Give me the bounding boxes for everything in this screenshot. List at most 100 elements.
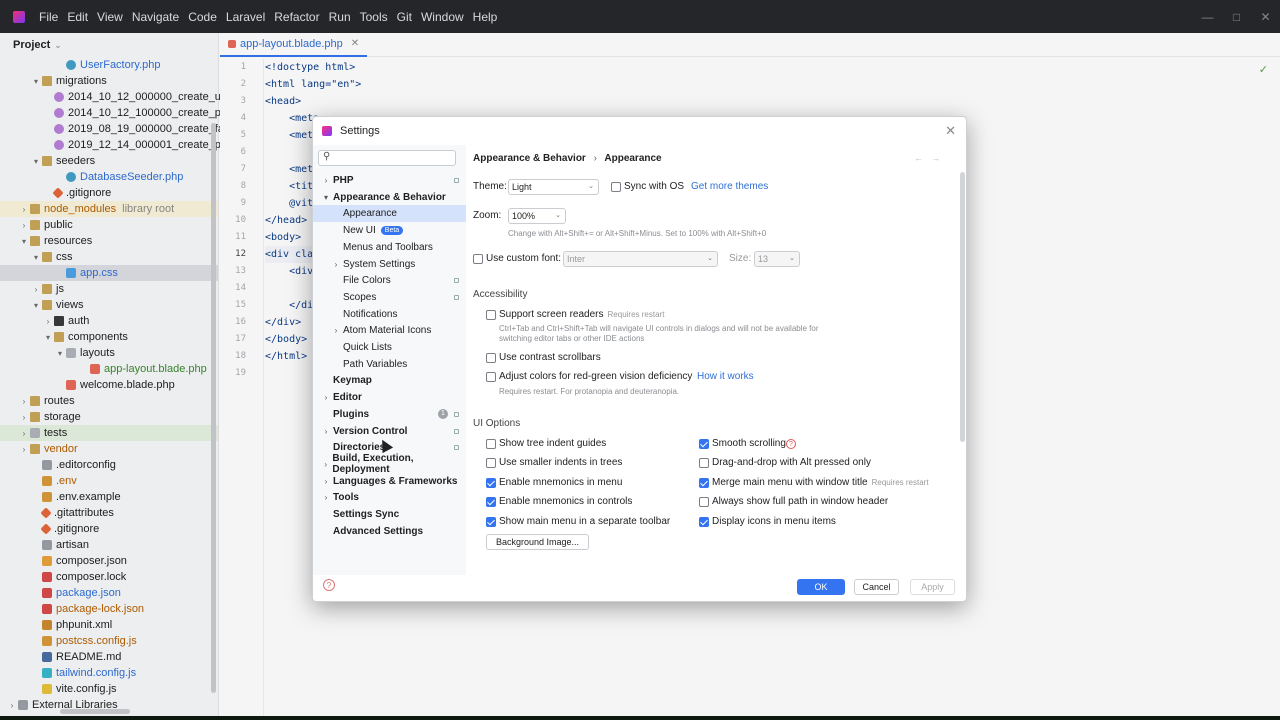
chevron-down-icon[interactable]: ▾ (320, 193, 332, 202)
chevron-right-icon[interactable]: › (330, 326, 342, 335)
settings-nav-item[interactable]: › System Settings (313, 256, 466, 273)
settings-nav-item[interactable]: Quick Lists (313, 339, 466, 356)
ui-option-checkbox[interactable] (699, 516, 709, 527)
font-select-value: Inter (567, 254, 586, 264)
settings-nav-label: Keymap (333, 375, 372, 387)
background-image-button[interactable]: Background Image... (486, 534, 589, 550)
contrast-scrollbars-checkbox[interactable] (486, 353, 496, 363)
theme-select-value: Light (512, 182, 532, 192)
screen-readers-checkbox[interactable] (486, 310, 496, 320)
chevron-right-icon[interactable]: › (320, 460, 331, 469)
custom-font-label: Use custom font: (486, 253, 562, 264)
help-icon[interactable]: ? (323, 579, 335, 591)
settings-nav-item[interactable]: › Atom Material Icons (313, 322, 466, 339)
breadcrumb-parent[interactable]: Appearance & Behavior (473, 153, 586, 164)
settings-nav-item[interactable]: ▾ Appearance & Behavior (313, 189, 466, 206)
ui-option-text: Show main menu in a separate toolbar (499, 515, 671, 527)
chevron-down-icon: ⌄ (555, 212, 561, 219)
settings-nav-item[interactable]: › Build, Execution, Deployment (313, 453, 466, 475)
font-size-label: Size: (729, 253, 752, 264)
ok-button[interactable]: OK (797, 579, 845, 595)
settings-nav-item[interactable]: Path Variables (313, 356, 466, 373)
font-size-select[interactable]: 13 ⌄ (754, 251, 800, 267)
chevron-right-icon[interactable]: › (320, 477, 332, 486)
ui-options-header: UI Options (473, 418, 521, 429)
screen-readers-label: Support screen readers Requires restart (499, 309, 664, 320)
settings-nav-item[interactable]: Keymap (313, 372, 466, 389)
ui-option-checkbox[interactable] (699, 477, 709, 488)
settings-nav-item[interactable]: Notifications (313, 306, 466, 323)
ui-option-checkbox[interactable] (486, 439, 496, 449)
project-level-icon (454, 411, 459, 417)
sync-os-checkbox[interactable] (611, 182, 621, 192)
settings-nav-item[interactable]: Settings Sync (313, 506, 466, 523)
ui-option-text: Enable mnemonics in menu (499, 476, 623, 488)
settings-dialog: Settings ✕ ⚲ › PHP ▾ Appearance & Behavior A… (312, 116, 967, 602)
settings-nav-item[interactable]: Scopes (313, 289, 466, 306)
settings-nav-label: Appearance (343, 208, 397, 220)
ui-option-checkbox[interactable] (699, 439, 709, 449)
project-level-icon (454, 278, 459, 284)
how-it-works-link[interactable]: How it works (697, 371, 754, 382)
settings-scrollbar[interactable] (960, 172, 965, 442)
settings-nav-item[interactable]: Appearance (313, 205, 466, 223)
settings-nav-item[interactable]: › Languages & Frameworks (313, 473, 466, 490)
settings-search-input[interactable]: ⚲ (318, 150, 456, 166)
settings-nav-label: Quick Lists (343, 342, 392, 353)
ui-option-label: Enable mnemonics in menu (499, 477, 622, 488)
chevron-right-icon[interactable]: › (320, 176, 332, 185)
back-forward-icons[interactable]: ←→ (914, 153, 948, 163)
cancel-button[interactable]: Cancel (854, 579, 899, 595)
settings-nav-label: Advanced Settings (333, 525, 424, 537)
chevron-right-icon[interactable]: › (320, 393, 332, 402)
settings-nav-item[interactable]: › Editor (313, 389, 466, 406)
ui-option-checkbox[interactable] (699, 497, 709, 508)
phpstorm-logo-icon (322, 126, 332, 136)
chevron-right-icon[interactable]: › (320, 427, 332, 436)
settings-nav-item[interactable]: Menus and Toolbars (313, 239, 466, 256)
help-icon[interactable]: ? (786, 439, 796, 449)
settings-nav-item[interactable]: › Version Control (313, 423, 466, 440)
ui-option-checkbox[interactable] (486, 477, 496, 488)
settings-nav-label: Menus and Toolbars (343, 241, 433, 253)
ui-option-checkbox[interactable] (699, 458, 709, 469)
dialog-title-bar: Settings ✕ (313, 117, 966, 145)
adjust-colors-checkbox[interactable] (486, 372, 496, 382)
zoom-label: Zoom: (473, 210, 502, 221)
get-more-themes-link[interactable]: Get more themes (691, 181, 768, 192)
settings-nav-item[interactable]: New UI Beta (313, 222, 466, 239)
project-level-icon (454, 445, 459, 451)
zoom-select[interactable]: 100% ⌄ (508, 208, 566, 224)
settings-nav-item[interactable]: Advanced Settings (313, 523, 466, 540)
custom-font-checkbox[interactable] (473, 254, 483, 264)
ui-option-text: Enable mnemonics in controls (499, 496, 633, 508)
font-select[interactable]: Inter ⌄ (563, 251, 718, 267)
project-level-icon (454, 428, 459, 434)
theme-select[interactable]: Light ⌄ (508, 179, 599, 195)
ui-option-checkbox[interactable] (486, 497, 496, 508)
settings-nav-label: Editor (333, 392, 362, 404)
settings-nav-label: Languages & Frameworks (333, 475, 458, 487)
apply-button[interactable]: Apply (910, 579, 955, 595)
settings-nav-item[interactable]: Plugins 1 (313, 406, 466, 423)
requires-restart-note: Requires restart (871, 477, 929, 487)
settings-nav-item[interactable]: › Tools (313, 489, 466, 506)
adjust-colors-label: Adjust colors for red-green vision defic… (499, 371, 693, 382)
ui-option-label: Enable mnemonics in controls (499, 496, 632, 507)
close-dialog-icon[interactable]: ✕ (945, 123, 956, 139)
settings-nav-label: Appearance & Behavior (333, 191, 446, 203)
settings-nav-label: Plugins (333, 408, 370, 420)
settings-nav-item[interactable]: File Colors (313, 272, 466, 289)
chevron-right-icon[interactable]: › (320, 493, 332, 502)
beta-badge: Beta (380, 226, 404, 236)
screen-readers-hint-2: switching editor tabs or other IDE actio… (499, 334, 645, 343)
ui-option-text: Show tree indent guides (499, 438, 607, 449)
ui-option-checkbox[interactable] (486, 458, 496, 469)
settings-nav-item[interactable]: › PHP (313, 172, 466, 189)
chevron-right-icon[interactable]: › (330, 260, 342, 269)
settings-nav: ⚲ › PHP ▾ Appearance & Behavior Appearance Ne… (313, 145, 466, 575)
ui-option-text: Always show full path in window header (712, 496, 889, 508)
breadcrumb-current: Appearance (604, 153, 662, 164)
settings-nav-label: File Colors (343, 275, 391, 287)
ui-option-checkbox[interactable] (486, 516, 496, 527)
